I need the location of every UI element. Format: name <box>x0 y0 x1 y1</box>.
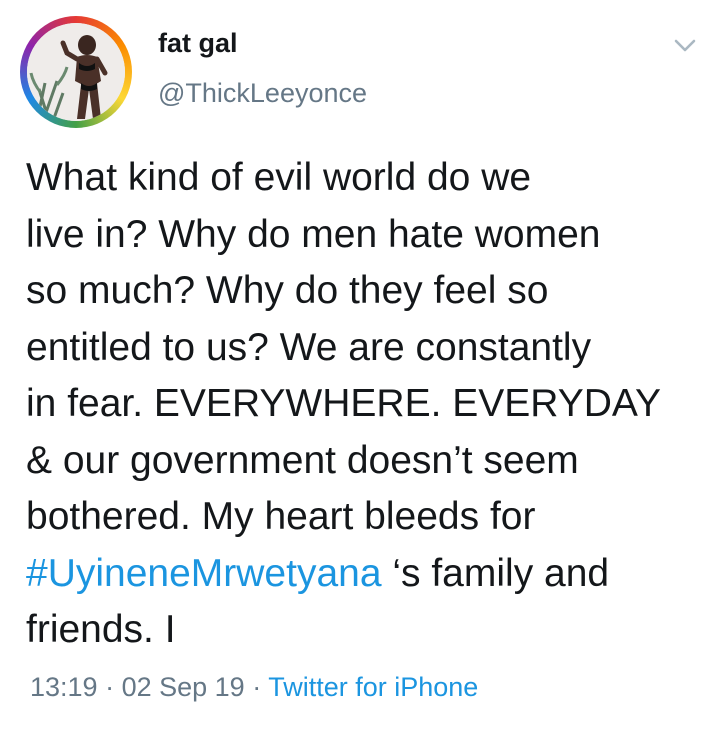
avatar[interactable] <box>20 16 132 128</box>
tweet-line: & our government doesn’t seem <box>26 438 579 482</box>
tweet-card: fat gal @ThickLeeyonce What kind of evil… <box>0 0 720 730</box>
tweet-line: so much? Why do they feel so <box>26 269 549 312</box>
avatar-photo <box>27 23 125 121</box>
tweet-time[interactable]: 13:19 <box>30 672 98 702</box>
user-handle[interactable]: @ThickLeeyonce <box>158 78 367 109</box>
tweet-line: bothered. My heart bleeds for <box>26 495 536 538</box>
tweet-line: friends. I <box>26 608 176 651</box>
tweet-text: What kind of evil world do we live in? W… <box>26 150 706 659</box>
tweet-source-link[interactable]: Twitter for iPhone <box>268 672 478 702</box>
meta-separator: · <box>244 672 269 702</box>
tweet-line: in fear. EVERYWHERE. EVERYDAY <box>26 382 662 425</box>
tweet-line-hashtag: #UyineneMrwetyana ‘s family and <box>26 546 706 603</box>
tweet-line: live in? Why do men hate women <box>26 212 601 256</box>
tweet-line: entitled to us? We are constantly <box>26 325 592 369</box>
tweet-date[interactable]: 02 Sep 19 <box>122 672 245 702</box>
hashtag-link[interactable]: #UyineneMrwetyana <box>26 552 382 595</box>
meta-separator: · <box>97 672 122 702</box>
tweet-line: What kind of evil world do we <box>26 156 532 199</box>
display-name[interactable]: fat gal <box>158 28 238 59</box>
tweet-line-suffix: ‘s family and <box>381 551 610 595</box>
tweet-metadata: 13:19 · 02 Sep 19 · Twitter for iPhone <box>30 672 478 703</box>
chevron-down-icon[interactable] <box>672 34 698 56</box>
avatar-image-icon <box>27 23 125 121</box>
